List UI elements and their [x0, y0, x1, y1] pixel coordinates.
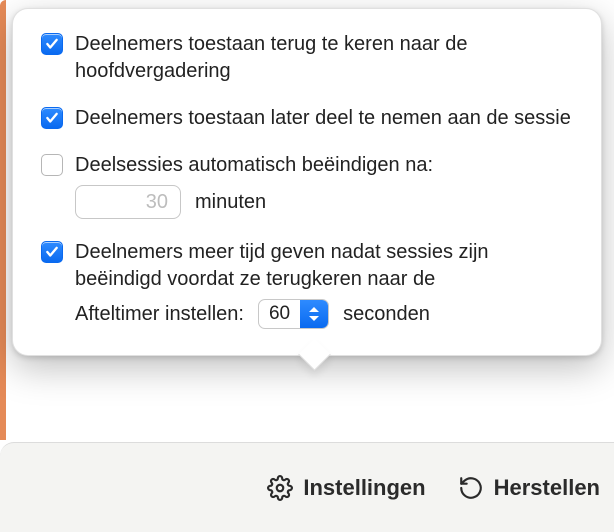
restore-button[interactable]: Herstellen: [458, 475, 600, 501]
settings-popover: Deelnemers toestaan terug te keren naar …: [12, 8, 602, 356]
countdown-unit: seconden: [343, 303, 430, 326]
auto-end-minutes-unit: minuten: [195, 191, 266, 214]
checkbox-allow-late-join[interactable]: [41, 107, 63, 129]
option-allow-late-join: Deelnemers toestaan later deel te nemen …: [41, 105, 579, 132]
option-allow-return: Deelnemers toestaan terug te keren naar …: [41, 31, 579, 85]
auto-end-minutes-input[interactable]: 30: [75, 185, 181, 219]
checkbox-allow-return[interactable]: [41, 33, 63, 55]
label-auto-end: Deelsessies automatisch beëindigen na:: [75, 152, 579, 179]
label-allow-return: Deelnemers toestaan terug te keren naar …: [75, 31, 579, 85]
countdown-label: Afteltimer instellen:: [75, 303, 244, 326]
chevron-updown-icon[interactable]: [300, 300, 328, 328]
countdown-select[interactable]: 60: [258, 299, 329, 329]
auto-end-minutes-row: 30 minuten: [75, 185, 579, 219]
label-allow-late-join: Deelnemers toestaan later deel te nemen …: [75, 105, 579, 132]
restore-icon: [458, 475, 484, 501]
bottom-toolbar: Instellingen Herstellen: [0, 442, 614, 532]
checkbox-extra-time[interactable]: [41, 241, 63, 263]
option-auto-end: Deelsessies automatisch beëindigen na:: [41, 152, 579, 179]
settings-button[interactable]: Instellingen: [267, 475, 425, 501]
checkbox-auto-end[interactable]: [41, 154, 63, 176]
settings-label: Instellingen: [303, 475, 425, 501]
option-extra-time: Deelnemers meer tijd geven nadat sessies…: [41, 239, 579, 293]
countdown-row: Afteltimer instellen: 60 seconden: [75, 299, 579, 329]
label-extra-time: Deelnemers meer tijd geven nadat sessies…: [75, 239, 579, 293]
gear-icon: [267, 475, 293, 501]
underlying-window-edge: [0, 0, 6, 440]
restore-label: Herstellen: [494, 475, 600, 501]
countdown-value: 60: [259, 303, 300, 325]
